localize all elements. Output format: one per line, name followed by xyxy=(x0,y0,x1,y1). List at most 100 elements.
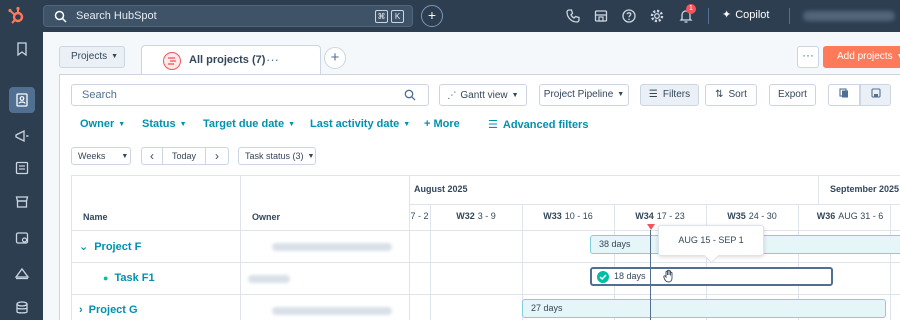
status-filter[interactable]: Status ▼ xyxy=(142,118,187,130)
topbar-divider xyxy=(789,8,790,24)
chevron-down-icon: ▼ xyxy=(121,153,129,160)
project-row-name[interactable]: › Project G xyxy=(79,304,138,316)
chevron-down-icon: ▼ xyxy=(897,53,900,60)
nav-bookmarks[interactable] xyxy=(9,36,35,62)
target-due-date-filter[interactable]: Target due date ▼ xyxy=(203,118,295,130)
next-period-button[interactable]: › xyxy=(205,147,229,165)
chevron-down-icon: ▼ xyxy=(111,53,119,60)
save-icon xyxy=(870,88,881,98)
task-name: Task F1 xyxy=(114,272,155,284)
service-icon xyxy=(15,232,29,244)
timescale-select[interactable]: Weeks ▼ xyxy=(71,147,131,165)
gantt-chart: August 2025 September 2025 7 - 2 W32 3 - … xyxy=(71,175,900,320)
gantt-view-button[interactable]: ⋰ Gantt view ▼ xyxy=(439,84,527,106)
today-line xyxy=(650,230,651,320)
more-actions-button[interactable]: ··· xyxy=(797,46,819,68)
column-divider xyxy=(409,176,410,320)
save-view-button[interactable] xyxy=(860,84,891,106)
row-divider xyxy=(72,294,900,295)
sliders-icon: ☰ xyxy=(488,119,498,131)
phone-icon[interactable] xyxy=(565,8,581,24)
chevron-right-icon[interactable]: › xyxy=(79,304,83,316)
chevron-down-icon[interactable]: ⌄ xyxy=(79,241,88,253)
week-label: W35 xyxy=(727,211,746,221)
nav-marketing[interactable] xyxy=(9,123,35,149)
search-icon xyxy=(54,10,67,23)
name-column-header[interactable]: Name xyxy=(83,212,108,222)
week-range: 17 - 23 xyxy=(656,211,685,221)
project-row-name[interactable]: ⌄ Project F xyxy=(79,240,141,253)
projects-search-input[interactable] xyxy=(71,84,429,106)
owner-value xyxy=(248,275,290,283)
nav-commerce[interactable] xyxy=(9,189,35,215)
task-bar[interactable]: 18 days xyxy=(590,267,833,286)
copy-button[interactable] xyxy=(828,84,860,106)
marketing-icon xyxy=(15,129,29,143)
main-panel: ⋰Gantt view▼ Project Pipeline▼ ☰Filters … xyxy=(59,74,900,320)
owner-filter[interactable]: Owner ▼ xyxy=(80,118,125,130)
project-bar[interactable]: 27 days xyxy=(522,299,886,318)
week-range: 24 - 30 xyxy=(748,211,777,221)
tab-all-projects[interactable]: All projects (7) ··· xyxy=(141,45,321,75)
global-search-placeholder: Search HubSpot xyxy=(76,10,157,22)
today-button[interactable]: Today xyxy=(162,147,206,165)
hubspot-logo-icon[interactable] xyxy=(7,6,27,26)
automation-icon xyxy=(14,267,30,280)
chevron-down-icon: ▼ xyxy=(617,91,625,98)
today-marker-icon xyxy=(647,224,655,230)
nav-data[interactable] xyxy=(9,295,35,320)
advanced-filters-label: Advanced filters xyxy=(502,119,589,131)
gantt-icon: ⋰ xyxy=(447,90,457,100)
month-divider xyxy=(818,176,819,204)
left-sidebar xyxy=(0,32,43,320)
create-new-button[interactable]: + xyxy=(421,5,443,27)
object-selector[interactable]: Projects ▼ xyxy=(59,46,125,68)
nav-crm[interactable] xyxy=(9,87,35,113)
owner-column-header[interactable]: Owner xyxy=(252,212,280,222)
timescale-label: Weeks xyxy=(78,151,106,161)
week-header: W33 10 - 16 xyxy=(522,204,614,230)
export-button[interactable]: Export xyxy=(769,84,816,106)
chevron-down-icon: ▼ xyxy=(179,121,187,128)
account-menu[interactable] xyxy=(803,11,895,21)
nav-automation[interactable] xyxy=(9,260,35,286)
more-filters-button[interactable]: + More xyxy=(424,118,460,130)
header-bottom-line xyxy=(72,230,900,231)
task-bar-label: 18 days xyxy=(614,271,646,281)
nav-content[interactable] xyxy=(9,155,35,181)
filters-button[interactable]: ☰ Filters xyxy=(640,84,699,106)
previous-period-button[interactable]: ‹ xyxy=(141,147,163,165)
row-divider xyxy=(72,262,900,263)
search-icon xyxy=(404,89,416,101)
help-icon[interactable] xyxy=(621,8,637,24)
owner-value xyxy=(272,307,392,315)
week-label: W32 xyxy=(456,211,475,221)
nav-service[interactable] xyxy=(9,225,35,251)
week-header: 7 - 2 xyxy=(409,204,430,230)
projects-icon xyxy=(163,52,181,70)
week-label: W34 xyxy=(635,211,654,221)
week-range: 3 - 9 xyxy=(477,211,496,221)
global-search-bar[interactable]: Search HubSpot ⌘ K xyxy=(43,5,413,27)
add-projects-button[interactable]: Add projects ▼ xyxy=(823,46,900,68)
last-activity-date-filter[interactable]: Last activity date ▼ xyxy=(310,118,410,130)
marketplace-icon[interactable] xyxy=(593,8,609,24)
task-status-filter[interactable]: Task status (3) ▼ xyxy=(238,147,316,165)
advanced-filters-button[interactable]: ☰ Advanced filters xyxy=(488,118,588,131)
topbar-divider xyxy=(708,8,709,24)
month-header: September 2025 xyxy=(830,184,900,194)
tab-options-button[interactable]: ··· xyxy=(266,52,279,67)
week-range: 10 - 16 xyxy=(564,211,593,221)
month-header: August 2025 xyxy=(414,184,468,194)
pipeline-label: Project Pipeline xyxy=(543,89,614,100)
pipeline-select[interactable]: Project Pipeline ▼ xyxy=(539,84,629,106)
add-view-button[interactable]: + xyxy=(324,47,346,69)
copilot-button[interactable]: ✦ Copilot xyxy=(722,8,769,21)
chevron-down-icon: ▼ xyxy=(288,121,296,128)
sort-button[interactable]: ⇅ Sort xyxy=(705,84,757,106)
grab-cursor-icon xyxy=(663,269,673,283)
settings-icon[interactable] xyxy=(649,8,665,24)
task-row-name[interactable]: ● Task F1 xyxy=(103,272,155,284)
sparkle-icon: ✦ xyxy=(722,9,732,21)
week-label: W36 xyxy=(816,211,836,221)
